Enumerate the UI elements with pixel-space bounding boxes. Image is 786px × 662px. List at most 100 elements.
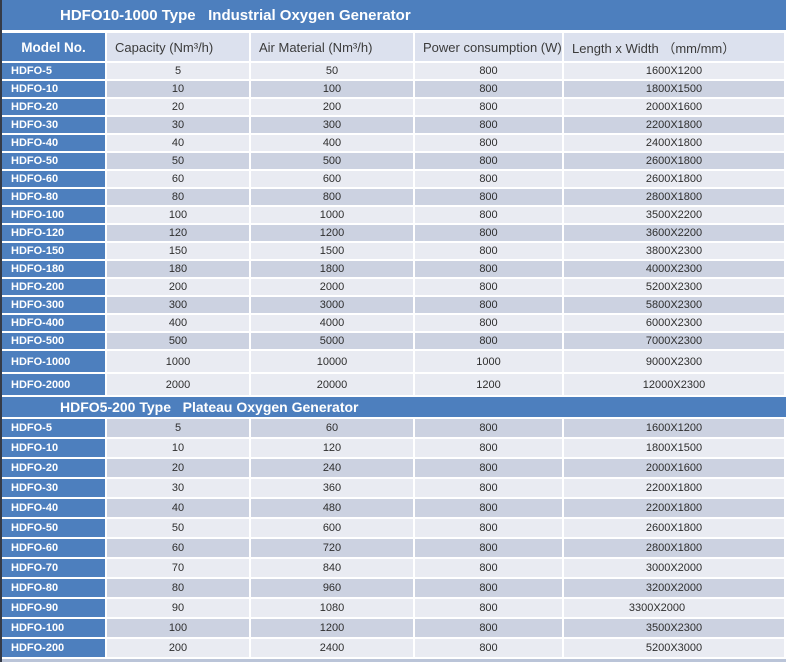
- dimensions-cell: 2000X1600: [564, 99, 784, 115]
- air-material-cell: 240: [251, 459, 413, 477]
- air-material-cell: 600: [251, 171, 413, 187]
- table-row: HDFO-2000 2000 20000 1200 12000X2300: [2, 374, 786, 395]
- power-cell: 800: [415, 499, 562, 517]
- air-material-cell: 500: [251, 153, 413, 169]
- table-row: HDFO-500 500 5000 800 7000X2300: [2, 333, 786, 349]
- capacity-cell: 90: [107, 599, 249, 617]
- model-cell: HDFO-10: [2, 81, 105, 97]
- power-cell: 800: [415, 539, 562, 557]
- column-header-model: Model No.: [2, 33, 105, 61]
- dimensions-cell: 2600X1800: [564, 519, 784, 537]
- model-cell: HDFO-30: [2, 117, 105, 133]
- table-row: HDFO-200 200 2000 800 5200X2300: [2, 279, 786, 295]
- table-row: HDFO-200 200 2400 800 5200X3000: [2, 639, 786, 657]
- table-row: HDFO-100 100 1000 800 3500X2200: [2, 207, 786, 223]
- table-row: HDFO-40 40 400 800 2400X1800: [2, 135, 786, 151]
- capacity-cell: 20: [107, 99, 249, 115]
- capacity-cell: 60: [107, 539, 249, 557]
- dimensions-cell: 1800X1500: [564, 439, 784, 457]
- air-material-cell: 960: [251, 579, 413, 597]
- capacity-cell: 40: [107, 499, 249, 517]
- capacity-cell: 100: [107, 619, 249, 637]
- air-material-cell: 20000: [251, 374, 413, 395]
- model-cell: HDFO-30: [2, 479, 105, 497]
- capacity-cell: 100: [107, 207, 249, 223]
- table-row: HDFO-40 40 480 800 2200X1800: [2, 499, 786, 517]
- table-row: HDFO-70 70 840 800 3000X2000: [2, 559, 786, 577]
- table-row: HDFO-1000 1000 10000 1000 9000X2300: [2, 351, 786, 372]
- table-row: HDFO-80 80 960 800 3200X2000: [2, 579, 786, 597]
- dimensions-cell: 1600X1200: [564, 63, 784, 79]
- air-material-cell: 50: [251, 63, 413, 79]
- dimensions-cell: 1600X1200: [564, 419, 784, 437]
- power-cell: 800: [415, 153, 562, 169]
- power-cell: 800: [415, 639, 562, 657]
- model-cell: HDFO-80: [2, 579, 105, 597]
- power-cell: 800: [415, 243, 562, 259]
- model-cell: HDFO-60: [2, 171, 105, 187]
- table-row: HDFO-120 120 1200 800 3600X2200: [2, 225, 786, 241]
- section2-rows: HDFO-5 5 60 800 1600X1200 HDFO-10 10 120 800 1800…: [2, 419, 786, 657]
- capacity-cell: 30: [107, 479, 249, 497]
- table-row: HDFO-400 400 4000 800 6000X2300: [2, 315, 786, 331]
- column-header-capacity: Capacity (Nm³/h): [107, 33, 249, 61]
- table-header-row: Model No. Capacity (Nm³/h) Air Material …: [2, 33, 786, 61]
- table-row: HDFO-60 60 600 800 2600X1800: [2, 171, 786, 187]
- capacity-cell: 2000: [107, 374, 249, 395]
- power-cell: 800: [415, 297, 562, 313]
- model-cell: HDFO-20: [2, 99, 105, 115]
- model-cell: HDFO-5: [2, 419, 105, 437]
- column-header-dimensions: Length x Width （mm/mm）: [564, 33, 784, 61]
- model-cell: HDFO-2000: [2, 374, 105, 395]
- model-cell: HDFO-1000: [2, 351, 105, 372]
- capacity-cell: 20: [107, 459, 249, 477]
- capacity-cell: 180: [107, 261, 249, 277]
- air-material-cell: 360: [251, 479, 413, 497]
- air-material-cell: 120: [251, 439, 413, 457]
- capacity-cell: 10: [107, 81, 249, 97]
- air-material-cell: 2000: [251, 279, 413, 295]
- capacity-cell: 500: [107, 333, 249, 349]
- power-cell: 800: [415, 171, 562, 187]
- air-material-cell: 1800: [251, 261, 413, 277]
- table-row: HDFO-20 20 240 800 2000X1600: [2, 459, 786, 477]
- model-cell: HDFO-10: [2, 439, 105, 457]
- dimensions-cell: 2200X1800: [564, 479, 784, 497]
- dimensions-cell: 5200X3000: [564, 639, 784, 657]
- power-cell: 800: [415, 479, 562, 497]
- air-material-cell: 480: [251, 499, 413, 517]
- model-cell: HDFO-500: [2, 333, 105, 349]
- capacity-cell: 400: [107, 315, 249, 331]
- air-material-cell: 3000: [251, 297, 413, 313]
- power-cell: 800: [415, 599, 562, 617]
- capacity-cell: 50: [107, 153, 249, 169]
- dimensions-cell: 7000X2300: [564, 333, 784, 349]
- table-row: HDFO-5 5 60 800 1600X1200: [2, 419, 786, 437]
- table-row: HDFO-20 20 200 800 2000X1600: [2, 99, 786, 115]
- table-row: HDFO-90 90 1080 800 3300X2000: [2, 599, 786, 617]
- column-header-power: Power consumption (W): [415, 33, 562, 61]
- capacity-cell: 120: [107, 225, 249, 241]
- model-cell: HDFO-70: [2, 559, 105, 577]
- air-material-cell: 4000: [251, 315, 413, 331]
- model-cell: HDFO-80: [2, 189, 105, 205]
- capacity-cell: 30: [107, 117, 249, 133]
- dimensions-cell: 3200X2000: [564, 579, 784, 597]
- air-material-cell: 200: [251, 99, 413, 115]
- dimensions-cell: 3800X2300: [564, 243, 784, 259]
- model-cell: HDFO-60: [2, 539, 105, 557]
- dimensions-cell: 4000X2300: [564, 261, 784, 277]
- power-cell: 800: [415, 315, 562, 331]
- table-row: HDFO-150 150 1500 800 3800X2300: [2, 243, 786, 259]
- table-row: HDFO-10 10 100 800 1800X1500: [2, 81, 786, 97]
- model-cell: HDFO-40: [2, 135, 105, 151]
- model-cell: HDFO-100: [2, 619, 105, 637]
- capacity-cell: 5: [107, 419, 249, 437]
- air-material-cell: 60: [251, 419, 413, 437]
- dimensions-cell: 2800X1800: [564, 189, 784, 205]
- dimensions-cell: 12000X2300: [564, 374, 784, 395]
- dimensions-cell: 9000X2300: [564, 351, 784, 372]
- air-material-cell: 1200: [251, 619, 413, 637]
- model-cell: HDFO-40: [2, 499, 105, 517]
- air-material-cell: 1080: [251, 599, 413, 617]
